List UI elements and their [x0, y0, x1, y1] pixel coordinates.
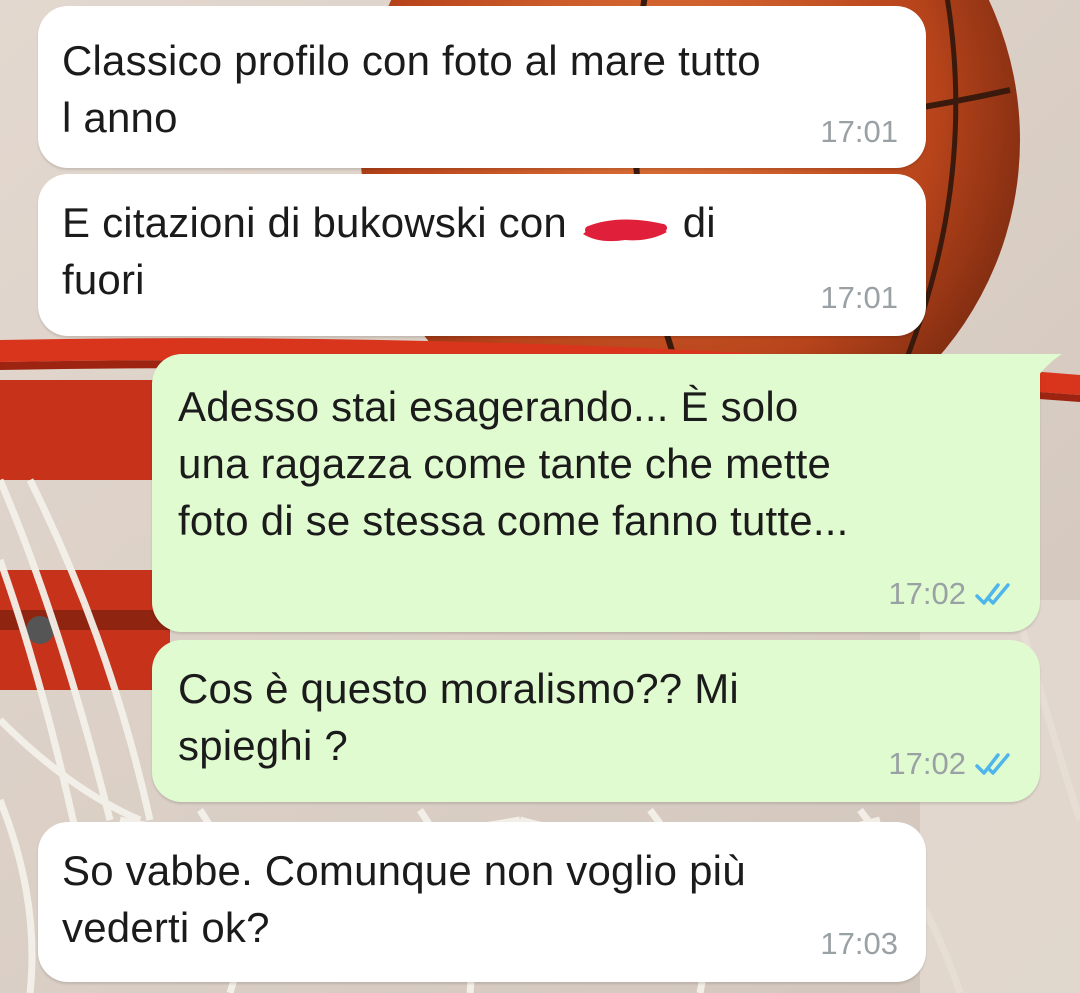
message-text: Classico profilo con foto al mare tutto … [62, 37, 761, 141]
message-text-before-redaction: E citazioni di bukowski con [62, 199, 579, 246]
message-text: So vabbe. Comunque non voglio più vedert… [62, 847, 746, 951]
message-bubble-incoming[interactable]: So vabbe. Comunque non voglio più vedert… [38, 822, 926, 982]
double-check-read-icon [975, 583, 1010, 605]
redacted-word [579, 206, 671, 246]
message-bubble-outgoing[interactable]: Adesso stai esagerando... È solo una rag… [152, 354, 1062, 632]
message-timestamp: 17:01 [820, 114, 898, 149]
message-bubble-outgoing[interactable]: Cos è questo moralismo?? Mi spieghi ? 17… [152, 640, 1040, 802]
message-bubble-incoming[interactable]: Classico profilo con foto al mare tutto … [38, 6, 926, 168]
bubble-tail [1032, 354, 1062, 384]
message-timestamp: 17:02 [888, 576, 966, 611]
message-timestamp: 17:01 [820, 280, 898, 315]
message-timestamp: 17:03 [820, 926, 898, 961]
message-text: E citazioni di bukowski con di fuori [62, 194, 912, 308]
message-text: Adesso stai esagerando... È solo una rag… [178, 383, 849, 544]
message-timestamp: 17:02 [888, 746, 966, 781]
double-check-read-icon [975, 753, 1010, 775]
message-bubble-incoming[interactable]: E citazioni di bukowski con di fuori 17:… [38, 174, 926, 336]
red-scribble-redaction [582, 219, 667, 242]
